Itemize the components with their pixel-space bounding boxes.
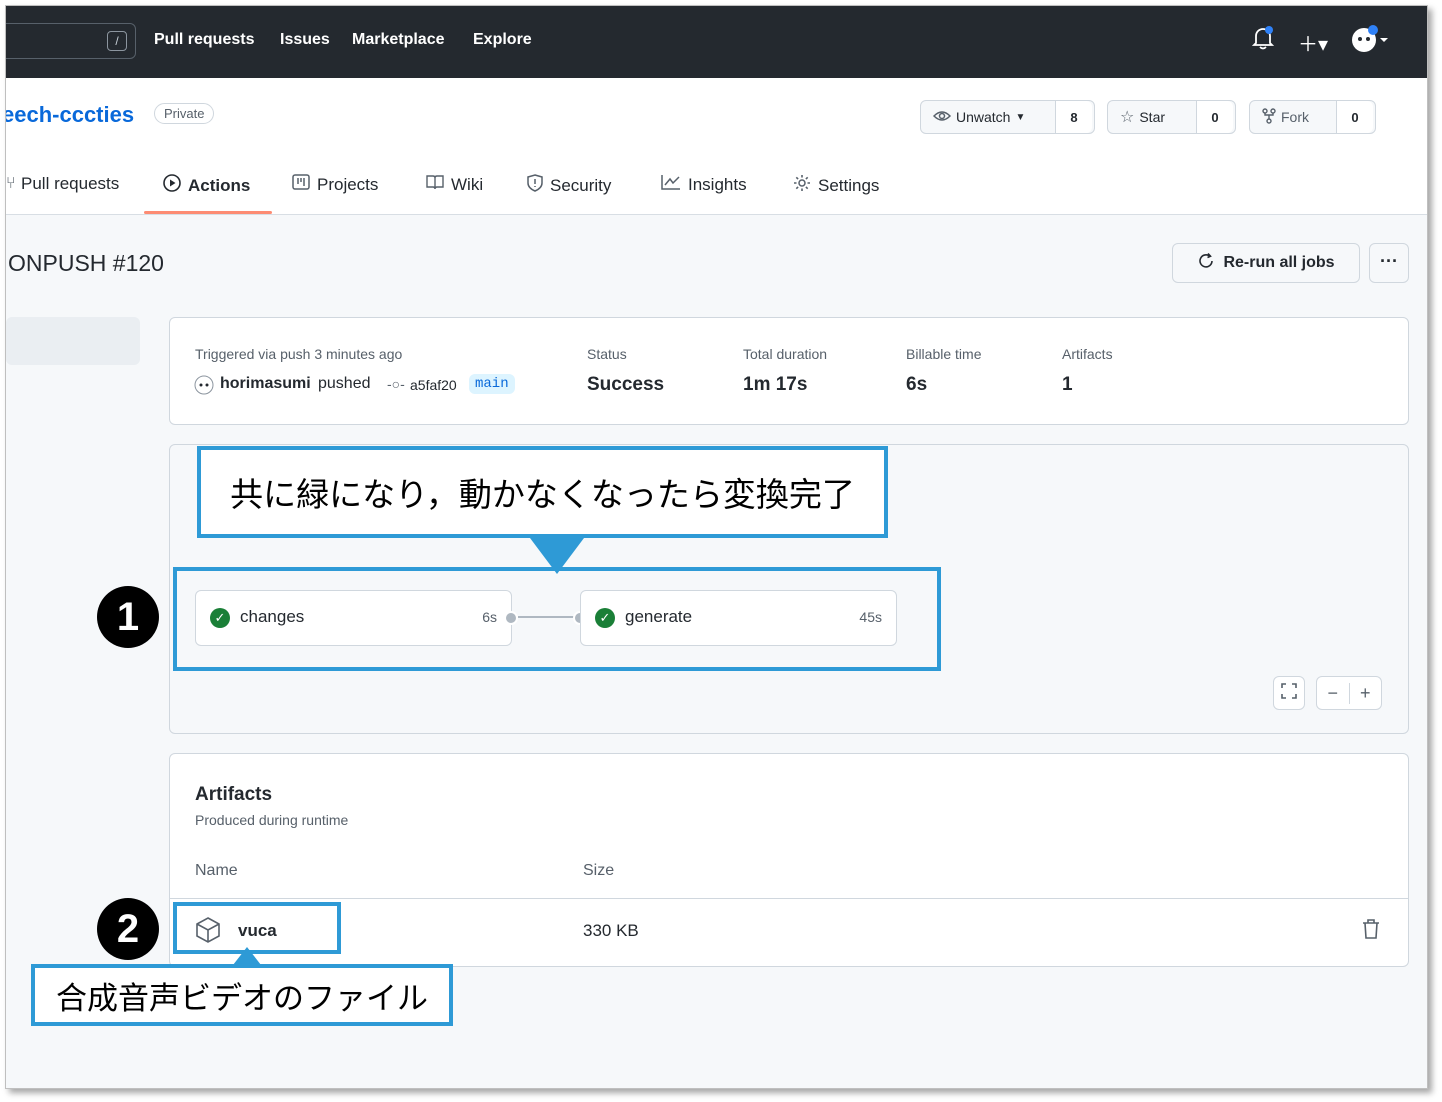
- tab-label: Insights: [688, 174, 747, 194]
- watch-count[interactable]: 8: [1056, 101, 1092, 133]
- trigger-label: Triggered via push 3 minutes ago: [195, 346, 403, 362]
- artifacts-title: Artifacts: [195, 784, 273, 805]
- tab-label: Wiki: [451, 174, 484, 194]
- zoom-out-button[interactable]: −: [1317, 682, 1350, 704]
- sync-icon: [1197, 252, 1215, 275]
- status-label: Status: [587, 346, 627, 362]
- artifacts-subtitle: Produced during runtime: [195, 812, 349, 828]
- tab-settings[interactable]: Settings: [793, 174, 879, 197]
- nav-marketplace[interactable]: Marketplace: [352, 31, 445, 49]
- more-options-button[interactable]: ···: [1369, 243, 1409, 283]
- visibility-badge: Private: [154, 103, 215, 124]
- billable-label: Billable time: [906, 346, 982, 362]
- tab-label: Settings: [818, 175, 880, 195]
- tab-label: Projects: [317, 174, 379, 194]
- artifacts-count-label: Artifacts: [1062, 346, 1113, 362]
- avatar[interactable]: [1350, 24, 1390, 60]
- duration-value: 1m 17s: [743, 374, 808, 395]
- commit-icon: -○-: [387, 376, 405, 392]
- annotation-marker-2: 2: [97, 898, 159, 960]
- trash-icon[interactable]: [1362, 918, 1380, 945]
- book-icon: [426, 174, 444, 195]
- col-name-header: Name: [195, 862, 238, 879]
- annotation-marker-1: 1: [97, 586, 159, 648]
- tab-wiki[interactable]: Wiki: [426, 174, 483, 195]
- star-button-group[interactable]: ☆ Star 0: [1107, 100, 1236, 134]
- global-header: / Pull requests Issues Marketplace Explo…: [6, 6, 1427, 78]
- pull-request-icon: ⑂: [6, 175, 14, 193]
- commit-user[interactable]: horimasumi: [220, 375, 311, 393]
- commit-sha[interactable]: a5faf20: [410, 377, 457, 393]
- tab-projects[interactable]: Projects: [292, 174, 378, 195]
- sidebar-summary-item[interactable]: [6, 317, 140, 365]
- search-shortcut-key: /: [107, 31, 127, 51]
- artifacts-count-value: 1: [1062, 374, 1073, 395]
- user-avatar: [194, 375, 214, 400]
- artifact-size: 330 KB: [583, 921, 639, 940]
- tab-label: Security: [550, 175, 612, 195]
- push-action: pushed: [318, 375, 371, 392]
- tab-label: Actions: [188, 175, 251, 195]
- status-value: Success: [587, 374, 665, 395]
- fork-button-group[interactable]: Fork 0: [1249, 100, 1376, 134]
- artifacts-card: Artifacts Produced during runtime Name S…: [169, 753, 1409, 967]
- zoom-controls: − +: [1316, 676, 1382, 710]
- star-button[interactable]: ☆ Star: [1108, 101, 1197, 133]
- fullscreen-button[interactable]: [1273, 676, 1305, 710]
- screenshot-frame: / Pull requests Issues Marketplace Explo…: [5, 5, 1428, 1089]
- bell-icon[interactable]: [1251, 26, 1275, 56]
- nav-explore[interactable]: Explore: [473, 31, 532, 49]
- rerun-label: Re-run all jobs: [1223, 254, 1335, 271]
- graph-icon: [661, 174, 681, 195]
- tab-actions[interactable]: Actions: [163, 174, 250, 197]
- eye-icon: [932, 109, 952, 126]
- fork-label: Fork: [1281, 109, 1309, 125]
- unwatch-label: Unwatch: [956, 109, 1011, 125]
- run-summary-card: Triggered via push 3 minutes ago horimas…: [169, 317, 1409, 425]
- zoom-in-button[interactable]: +: [1350, 683, 1382, 704]
- shield-icon: [527, 174, 543, 197]
- annotation-callout-1: 共に緑になり，動かなくなったら変換完了: [197, 446, 888, 538]
- fork-count[interactable]: 0: [1337, 101, 1373, 133]
- fork-button[interactable]: Fork: [1250, 101, 1337, 133]
- page-title: ONPUSH #120: [8, 250, 164, 276]
- tab-security[interactable]: Security: [527, 174, 611, 197]
- callout-pointer: [233, 947, 261, 965]
- gear-icon: [793, 174, 811, 197]
- star-label: Star: [1139, 109, 1166, 125]
- watch-button-group[interactable]: Unwatch ▼ 8: [920, 100, 1095, 134]
- project-icon: [292, 174, 310, 195]
- annotation-callout-2: 合成音声ビデオのファイル: [31, 964, 453, 1026]
- star-count[interactable]: 0: [1197, 101, 1233, 133]
- unwatch-button[interactable]: Unwatch ▼: [921, 101, 1056, 133]
- col-size-header: Size: [583, 862, 615, 879]
- star-icon: ☆: [1120, 109, 1135, 126]
- repo-name[interactable]: eech-cccties: [6, 102, 134, 128]
- tab-insights[interactable]: Insights: [661, 174, 747, 195]
- branch-badge[interactable]: main: [469, 374, 515, 394]
- fork-icon: [1262, 107, 1276, 127]
- table-row: vuca 330 KB: [170, 899, 1408, 965]
- duration-label: Total duration: [743, 346, 828, 362]
- billable-value: 6s: [906, 374, 928, 395]
- search-input[interactable]: /: [6, 23, 136, 59]
- rerun-all-jobs-button[interactable]: Re-run all jobs: [1172, 243, 1360, 283]
- tab-label: Pull requests: [21, 174, 120, 193]
- nav-pull-requests[interactable]: Pull requests: [154, 31, 254, 49]
- annotation-highlight-jobs: [173, 567, 941, 671]
- fullscreen-icon: [1281, 682, 1297, 704]
- caret-down-icon: ▼: [1015, 111, 1026, 123]
- tab-pull-requests[interactable]: ⑂ Pull requests: [6, 174, 119, 194]
- play-icon: [163, 174, 181, 197]
- nav-issues[interactable]: Issues: [280, 31, 330, 49]
- plus-icon[interactable]: ＋▾: [1298, 28, 1328, 57]
